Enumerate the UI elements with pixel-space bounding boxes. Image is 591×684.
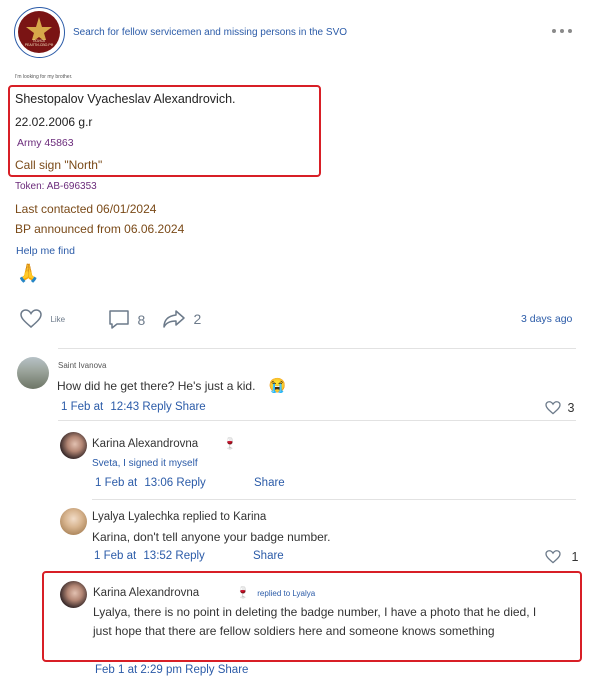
- wine-emoji: 🍷: [223, 438, 238, 450]
- heart-icon: [20, 309, 42, 328]
- person-call-sign: Call sign "North": [15, 158, 103, 172]
- share-link[interactable]: Share: [175, 401, 206, 413]
- comment-author[interactable]: Karina Alexandrovna 🍷 replied to Lyalya: [93, 586, 315, 599]
- comment-footer: 1 Feb at 13:06 Reply Share: [95, 477, 285, 489]
- comments-button[interactable]: 8: [108, 309, 145, 331]
- comment-like-button[interactable]: 3: [545, 399, 574, 417]
- comment-text-line1: Lyalya, there is no point in deleting th…: [93, 605, 537, 619]
- last-contacted: Last contacted 06/01/2024: [15, 202, 157, 216]
- heart-icon: [545, 549, 561, 564]
- heart-icon: [545, 400, 561, 415]
- more-dots-icon: [552, 29, 572, 33]
- comment-text: Karina, don't tell anyone your badge num…: [92, 530, 331, 544]
- comments-count: 8: [137, 311, 146, 328]
- comment-footer[interactable]: Feb 1 at 2:29 pm Reply Share: [95, 664, 248, 676]
- comment-like-count: 3: [567, 400, 575, 415]
- comment-author-name: Karina Alexandrovna: [92, 438, 199, 450]
- post-intro: I'm looking for my brother.: [15, 74, 73, 80]
- help-me-find-link[interactable]: Help me find: [16, 245, 75, 257]
- comment-time: 12:43: [110, 401, 140, 413]
- comment-author-name: Karina Alexandrovna: [93, 587, 200, 599]
- comment-icon: [109, 310, 129, 329]
- shares-count: 2: [193, 311, 202, 327]
- comment-author[interactable]: Karina Alexandrovna 🍷: [92, 437, 237, 450]
- bp-announced: BP announced from 06.06.2024: [15, 222, 185, 236]
- avatar[interactable]: [60, 508, 87, 535]
- person-army: Army 45863: [17, 137, 74, 149]
- comment-text: How did he get there? He's just a kid. 😭: [57, 377, 286, 394]
- comment-text: Sveta, I signed it myself: [92, 458, 198, 469]
- replied-to-label: replied to Lyalya: [257, 589, 316, 598]
- avatar[interactable]: [60, 581, 87, 608]
- comment-footer: 1 Feb at 13:52 Reply Share: [94, 550, 284, 562]
- like-button[interactable]: Like: [20, 309, 65, 331]
- comment-author[interactable]: Lyalya Lyalechka replied to Karina: [92, 511, 266, 523]
- comment-author[interactable]: Saint Ivanova: [58, 361, 106, 370]
- person-dob: 22.02.2006 g.r: [15, 115, 93, 129]
- wine-emoji: 🍷: [236, 587, 251, 599]
- logo-text: ПОИСК РЕАЛТИ-СВО.РФ: [24, 39, 54, 47]
- comment-footer: 1 Feb at 12:43 Reply Share: [61, 401, 206, 413]
- share-arrow-icon: [163, 310, 185, 328]
- more-options-button[interactable]: [551, 24, 573, 38]
- comment-like-count: 1: [571, 549, 579, 564]
- comment-date: 1 Feb at: [94, 550, 137, 562]
- comment-text-content: How did he get there? He's just a kid.: [57, 379, 256, 393]
- reply-link[interactable]: Reply: [175, 550, 204, 562]
- group-avatar[interactable]: ПОИСК РЕАЛТИ-СВО.РФ: [14, 7, 65, 58]
- comment-date: 1 Feb at: [95, 477, 138, 489]
- comment-text-line2: just hope that there are fellow soldiers…: [93, 624, 495, 638]
- like-label: Like: [50, 314, 66, 324]
- share-button[interactable]: 2: [162, 309, 201, 331]
- share-link[interactable]: Share: [254, 477, 285, 489]
- comment-time: 13:52: [143, 550, 173, 562]
- comment-date: 1 Feb at: [61, 401, 104, 413]
- post-time[interactable]: 3 days ago: [521, 313, 572, 325]
- share-link[interactable]: Share: [253, 550, 284, 562]
- person-token: Token: AB-696353: [15, 181, 97, 192]
- comment-like-button[interactable]: 1: [545, 548, 578, 566]
- reply-link[interactable]: Reply: [142, 401, 171, 413]
- comment-divider: [58, 420, 576, 421]
- avatar[interactable]: [17, 357, 49, 389]
- comments-divider: [58, 348, 576, 349]
- avatar[interactable]: [60, 432, 87, 459]
- crying-emoji: 😭: [268, 377, 287, 393]
- comment-divider: [92, 499, 576, 500]
- pray-emoji: 🙏: [17, 263, 40, 283]
- reply-link[interactable]: Reply: [176, 477, 205, 489]
- group-name-link[interactable]: Search for fellow servicemen and missing…: [73, 27, 347, 38]
- person-name: Shestopalov Vyacheslav Alexandrovich.: [15, 92, 236, 106]
- comment-time: 13:06: [144, 477, 174, 489]
